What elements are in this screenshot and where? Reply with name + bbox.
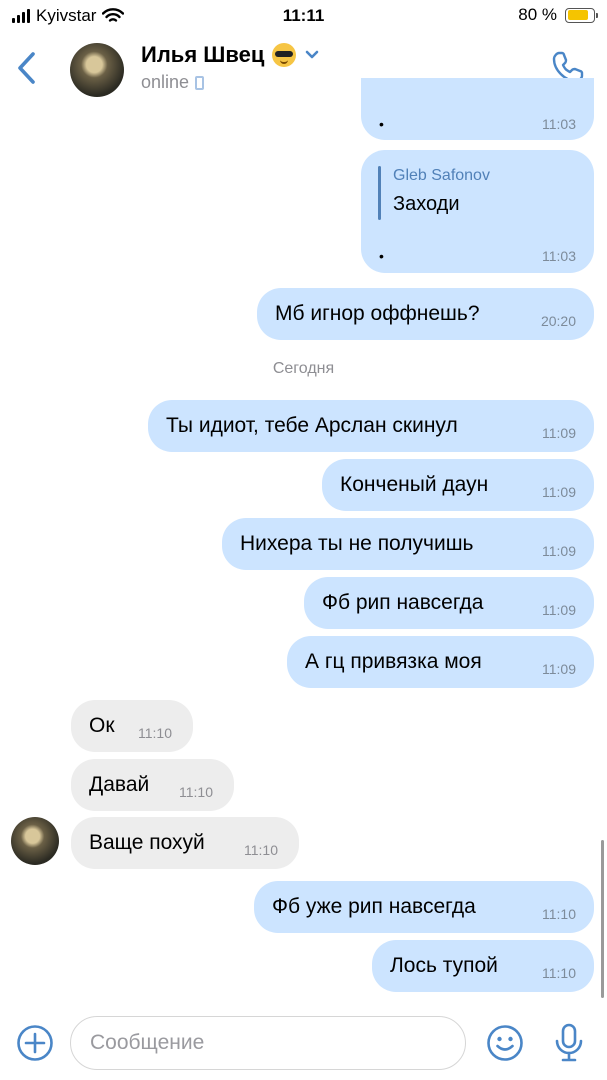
- message-time: 11:09: [542, 425, 576, 441]
- reply-quote-bar: [378, 166, 381, 220]
- microphone-icon[interactable]: [552, 1022, 586, 1064]
- message-text: Ок: [89, 714, 115, 737]
- message-text: Фб рип навсегда: [322, 591, 484, 614]
- mobile-device-icon: [195, 75, 205, 90]
- sender-avatar[interactable]: [11, 817, 59, 865]
- message-time: 11:10: [542, 906, 576, 922]
- online-status: online: [141, 72, 205, 93]
- online-status-text: online: [141, 72, 190, 92]
- contact-name: Илья Швец: [141, 42, 265, 67]
- incoming-message[interactable]: Ок 11:10: [71, 700, 193, 752]
- battery-percent: 80 %: [518, 5, 557, 24]
- scrollbar[interactable]: [601, 840, 604, 998]
- message-text: Мб игнор оффнешь?: [275, 302, 480, 325]
- chevron-down-icon: [306, 50, 319, 59]
- smile-icon[interactable]: [486, 1024, 524, 1062]
- message-time: 11:03: [542, 116, 576, 132]
- outgoing-reply-message[interactable]: Gleb Safonov Заходи • 11:03: [361, 150, 594, 273]
- message-text: •: [379, 248, 384, 264]
- date-separator: Сегодня: [272, 360, 335, 377]
- outgoing-message[interactable]: Фб рип навсегда 11:09: [304, 577, 594, 629]
- sunglasses-emoji-icon: [272, 43, 297, 67]
- reply-author: Gleb Safonov: [393, 167, 490, 184]
- reply-text: Заходи: [393, 193, 460, 215]
- message-time: 20:20: [540, 313, 576, 329]
- outgoing-message[interactable]: А гц привязка моя 11:09: [287, 636, 594, 688]
- outgoing-message[interactable]: Конченый даун 11:09: [322, 459, 594, 511]
- message-time: 11:10: [179, 784, 213, 800]
- battery-icon: [565, 7, 598, 23]
- message-text: А гц привязка моя: [305, 650, 482, 673]
- message-input[interactable]: [70, 1016, 466, 1070]
- message-time: 11:09: [542, 543, 576, 559]
- plus-icon[interactable]: [16, 1024, 54, 1062]
- avatar[interactable]: [70, 43, 124, 97]
- incoming-message[interactable]: Давай 11:10: [71, 759, 234, 811]
- message-text: Лось тупой: [390, 954, 498, 977]
- message-time: 11:09: [542, 661, 576, 677]
- message-time: 11:10: [138, 725, 172, 741]
- message-time: 11:09: [542, 602, 576, 618]
- message-time: 11:10: [244, 842, 278, 858]
- outgoing-message[interactable]: Нихера ты не получишь 11:09: [222, 518, 594, 570]
- outgoing-message[interactable]: Мб игнор оффнешь? 20:20: [257, 288, 594, 340]
- outgoing-message[interactable]: • 11:03: [361, 78, 594, 140]
- composer-bar: [0, 1008, 607, 1080]
- message-text: Фб уже рип навсегда: [272, 895, 476, 918]
- back-chevron-icon[interactable]: [14, 50, 42, 86]
- message-text: Конченый даун: [340, 473, 489, 496]
- message-text: Ваще похуй: [89, 831, 205, 854]
- status-right: 80 %: [518, 5, 598, 25]
- contact-name-row[interactable]: Илья Швец: [141, 42, 320, 68]
- message-text: Давай: [89, 773, 150, 796]
- status-bar: Kyivstar 11:11 80 %: [0, 0, 607, 32]
- outgoing-message[interactable]: Фб уже рип навсегда 11:10: [254, 881, 594, 933]
- message-time: 11:09: [542, 484, 576, 500]
- message-text: Ты идиот, тебе Арслан скинул: [166, 414, 458, 437]
- message-text: Нихера ты не получишь: [240, 532, 474, 555]
- message-time: 11:10: [542, 965, 576, 981]
- message-time: 11:03: [542, 248, 576, 264]
- message-text: •: [379, 116, 384, 132]
- status-time: 11:11: [282, 6, 325, 25]
- outgoing-message[interactable]: Ты идиот, тебе Арслан скинул 11:09: [148, 400, 594, 452]
- outgoing-message[interactable]: Лось тупой 11:10: [372, 940, 594, 992]
- incoming-message[interactable]: Ваще похуй 11:10: [71, 817, 299, 869]
